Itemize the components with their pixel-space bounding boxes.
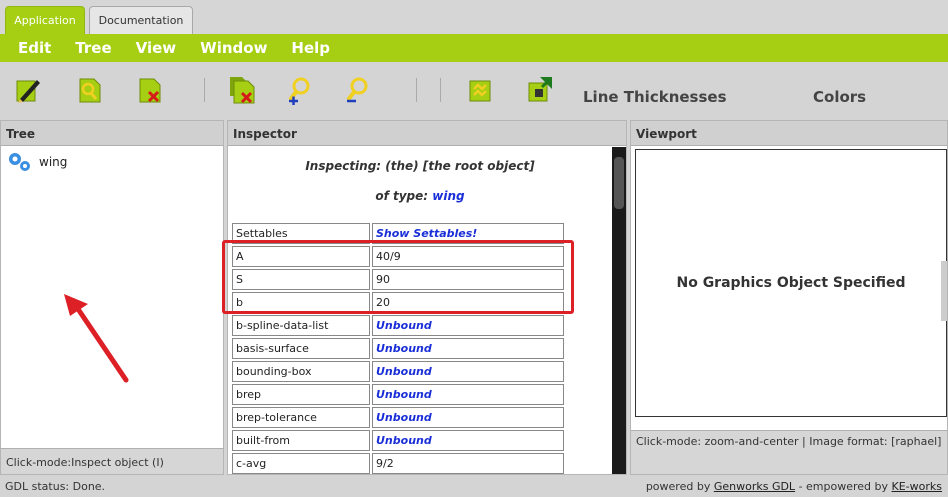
powered-by-text: powered by — [645, 480, 711, 493]
edit-icon[interactable] — [14, 75, 42, 105]
tree-node-label: wing — [39, 155, 68, 169]
type-line: of type: wing — [228, 189, 612, 203]
table-key: built-from — [232, 430, 370, 451]
update-icon[interactable] — [526, 75, 554, 105]
inspector-body: Inspecting: (the) [the root object] of t… — [228, 147, 612, 474]
zoom-out-icon[interactable] — [344, 75, 372, 105]
keworks-link[interactable]: KE-works — [892, 480, 942, 493]
inspector-header: Inspector — [228, 121, 626, 146]
menu-bar: Edit Tree View Window Help — [0, 34, 948, 62]
show-settables-link[interactable]: Show Settables! — [372, 223, 564, 244]
unbound-link[interactable]: Unbound — [372, 338, 564, 359]
gears-icon — [9, 153, 30, 171]
tab-documentation[interactable]: Documentation — [89, 6, 193, 34]
table-key: b — [232, 292, 370, 313]
tab-bar: Application Documentation — [0, 0, 948, 34]
viewport-canvas[interactable]: No Graphics Object Specified — [635, 149, 947, 417]
unbound-link[interactable]: Unbound — [372, 384, 564, 405]
unbound-link[interactable]: Unbound — [372, 430, 564, 451]
viewport-header: Viewport — [631, 121, 947, 146]
table-row: S 90 — [232, 269, 564, 290]
inspect-icon[interactable] — [76, 75, 104, 105]
type-name-link[interactable]: wing — [432, 189, 464, 203]
table-row: c-avg 9/2 — [232, 453, 564, 474]
empowered-by-text: - empowered by — [798, 480, 889, 493]
genworks-link[interactable]: Genworks GDL — [714, 480, 795, 493]
menu-tree[interactable]: Tree — [75, 39, 111, 57]
table-value: 9/2 — [372, 453, 564, 474]
table-key: brep-tolerance — [232, 407, 370, 428]
inspector-panel: Inspector Inspecting: (the) [the root ob… — [227, 120, 627, 475]
status-bar: GDL status: Done. powered by Genworks GD… — [0, 476, 948, 497]
toolbar-separator — [440, 78, 441, 102]
table-value: 40/9 — [372, 246, 564, 267]
delete-leaves-icon[interactable] — [228, 75, 256, 105]
unbound-link[interactable]: Unbound — [372, 315, 564, 336]
table-row: basis-surface Unbound — [232, 338, 564, 359]
toolbar-separator — [416, 78, 417, 102]
table-value: 90 — [372, 269, 564, 290]
inspector-scrollbar[interactable] — [612, 147, 626, 474]
table-row: bounding-box Unbound — [232, 361, 564, 382]
viewport-scrollbar[interactable] — [941, 261, 947, 321]
table-key: Settables — [232, 223, 370, 244]
menu-edit[interactable]: Edit — [18, 39, 51, 57]
table-key: brep — [232, 384, 370, 405]
table-row: b 20 — [232, 292, 564, 313]
table-key: b-spline-data-list — [232, 315, 370, 336]
table-key: A — [232, 246, 370, 267]
tree-footer: Click-mode:Inspect object (I) — [1, 448, 223, 474]
tree-node-wing[interactable]: wing — [7, 151, 67, 173]
table-key: c-avg — [232, 453, 370, 474]
table-row: built-from Unbound — [232, 430, 564, 451]
table-row: b-spline-data-list Unbound — [232, 315, 564, 336]
powered-by: powered by Genworks GDL - empowered by K… — [646, 480, 942, 493]
toolbar-separator — [204, 78, 205, 102]
table-row: brep-tolerance Unbound — [232, 407, 564, 428]
tree-panel: Tree wing Click-mode:Inspect object (I) — [0, 120, 224, 475]
table-row: brep Unbound — [232, 384, 564, 405]
inspecting-title: Inspecting: (the) [the root object] — [305, 159, 535, 173]
table-row: A 40/9 — [232, 246, 564, 267]
viewport-footer: Click-mode: zoom-and-center | Image form… — [631, 430, 947, 474]
menu-view[interactable]: View — [136, 39, 177, 57]
delete-icon[interactable] — [136, 75, 164, 105]
tab-application[interactable]: Application — [5, 6, 85, 34]
red-arrow-annotation — [64, 294, 129, 383]
menu-help[interactable]: Help — [291, 39, 330, 57]
zoom-in-icon[interactable] — [286, 75, 314, 105]
settables-table: Settables Show Settables! A 40/9 S 90 b … — [230, 221, 566, 474]
gdl-status: GDL status: Done. — [5, 480, 106, 493]
type-prefix: of type: — [375, 189, 429, 203]
toolbar: Line Thicknesses Colors — [0, 62, 948, 118]
line-thicknesses-menu[interactable]: Line Thicknesses — [583, 88, 727, 106]
table-key: S — [232, 269, 370, 290]
refresh-icon[interactable] — [466, 75, 494, 105]
table-key: basis-surface — [232, 338, 370, 359]
table-key: bounding-box — [232, 361, 370, 382]
scrollbar-thumb[interactable] — [614, 157, 624, 209]
table-value: 20 — [372, 292, 564, 313]
table-row: Settables Show Settables! — [232, 223, 564, 244]
tree-header: Tree — [1, 121, 223, 146]
colors-menu[interactable]: Colors — [813, 88, 866, 106]
viewport-message: No Graphics Object Specified — [676, 275, 906, 291]
unbound-link[interactable]: Unbound — [372, 407, 564, 428]
menu-window[interactable]: Window — [200, 39, 267, 57]
viewport-panel: Viewport No Graphics Object Specified Cl… — [630, 120, 948, 475]
unbound-link[interactable]: Unbound — [372, 361, 564, 382]
